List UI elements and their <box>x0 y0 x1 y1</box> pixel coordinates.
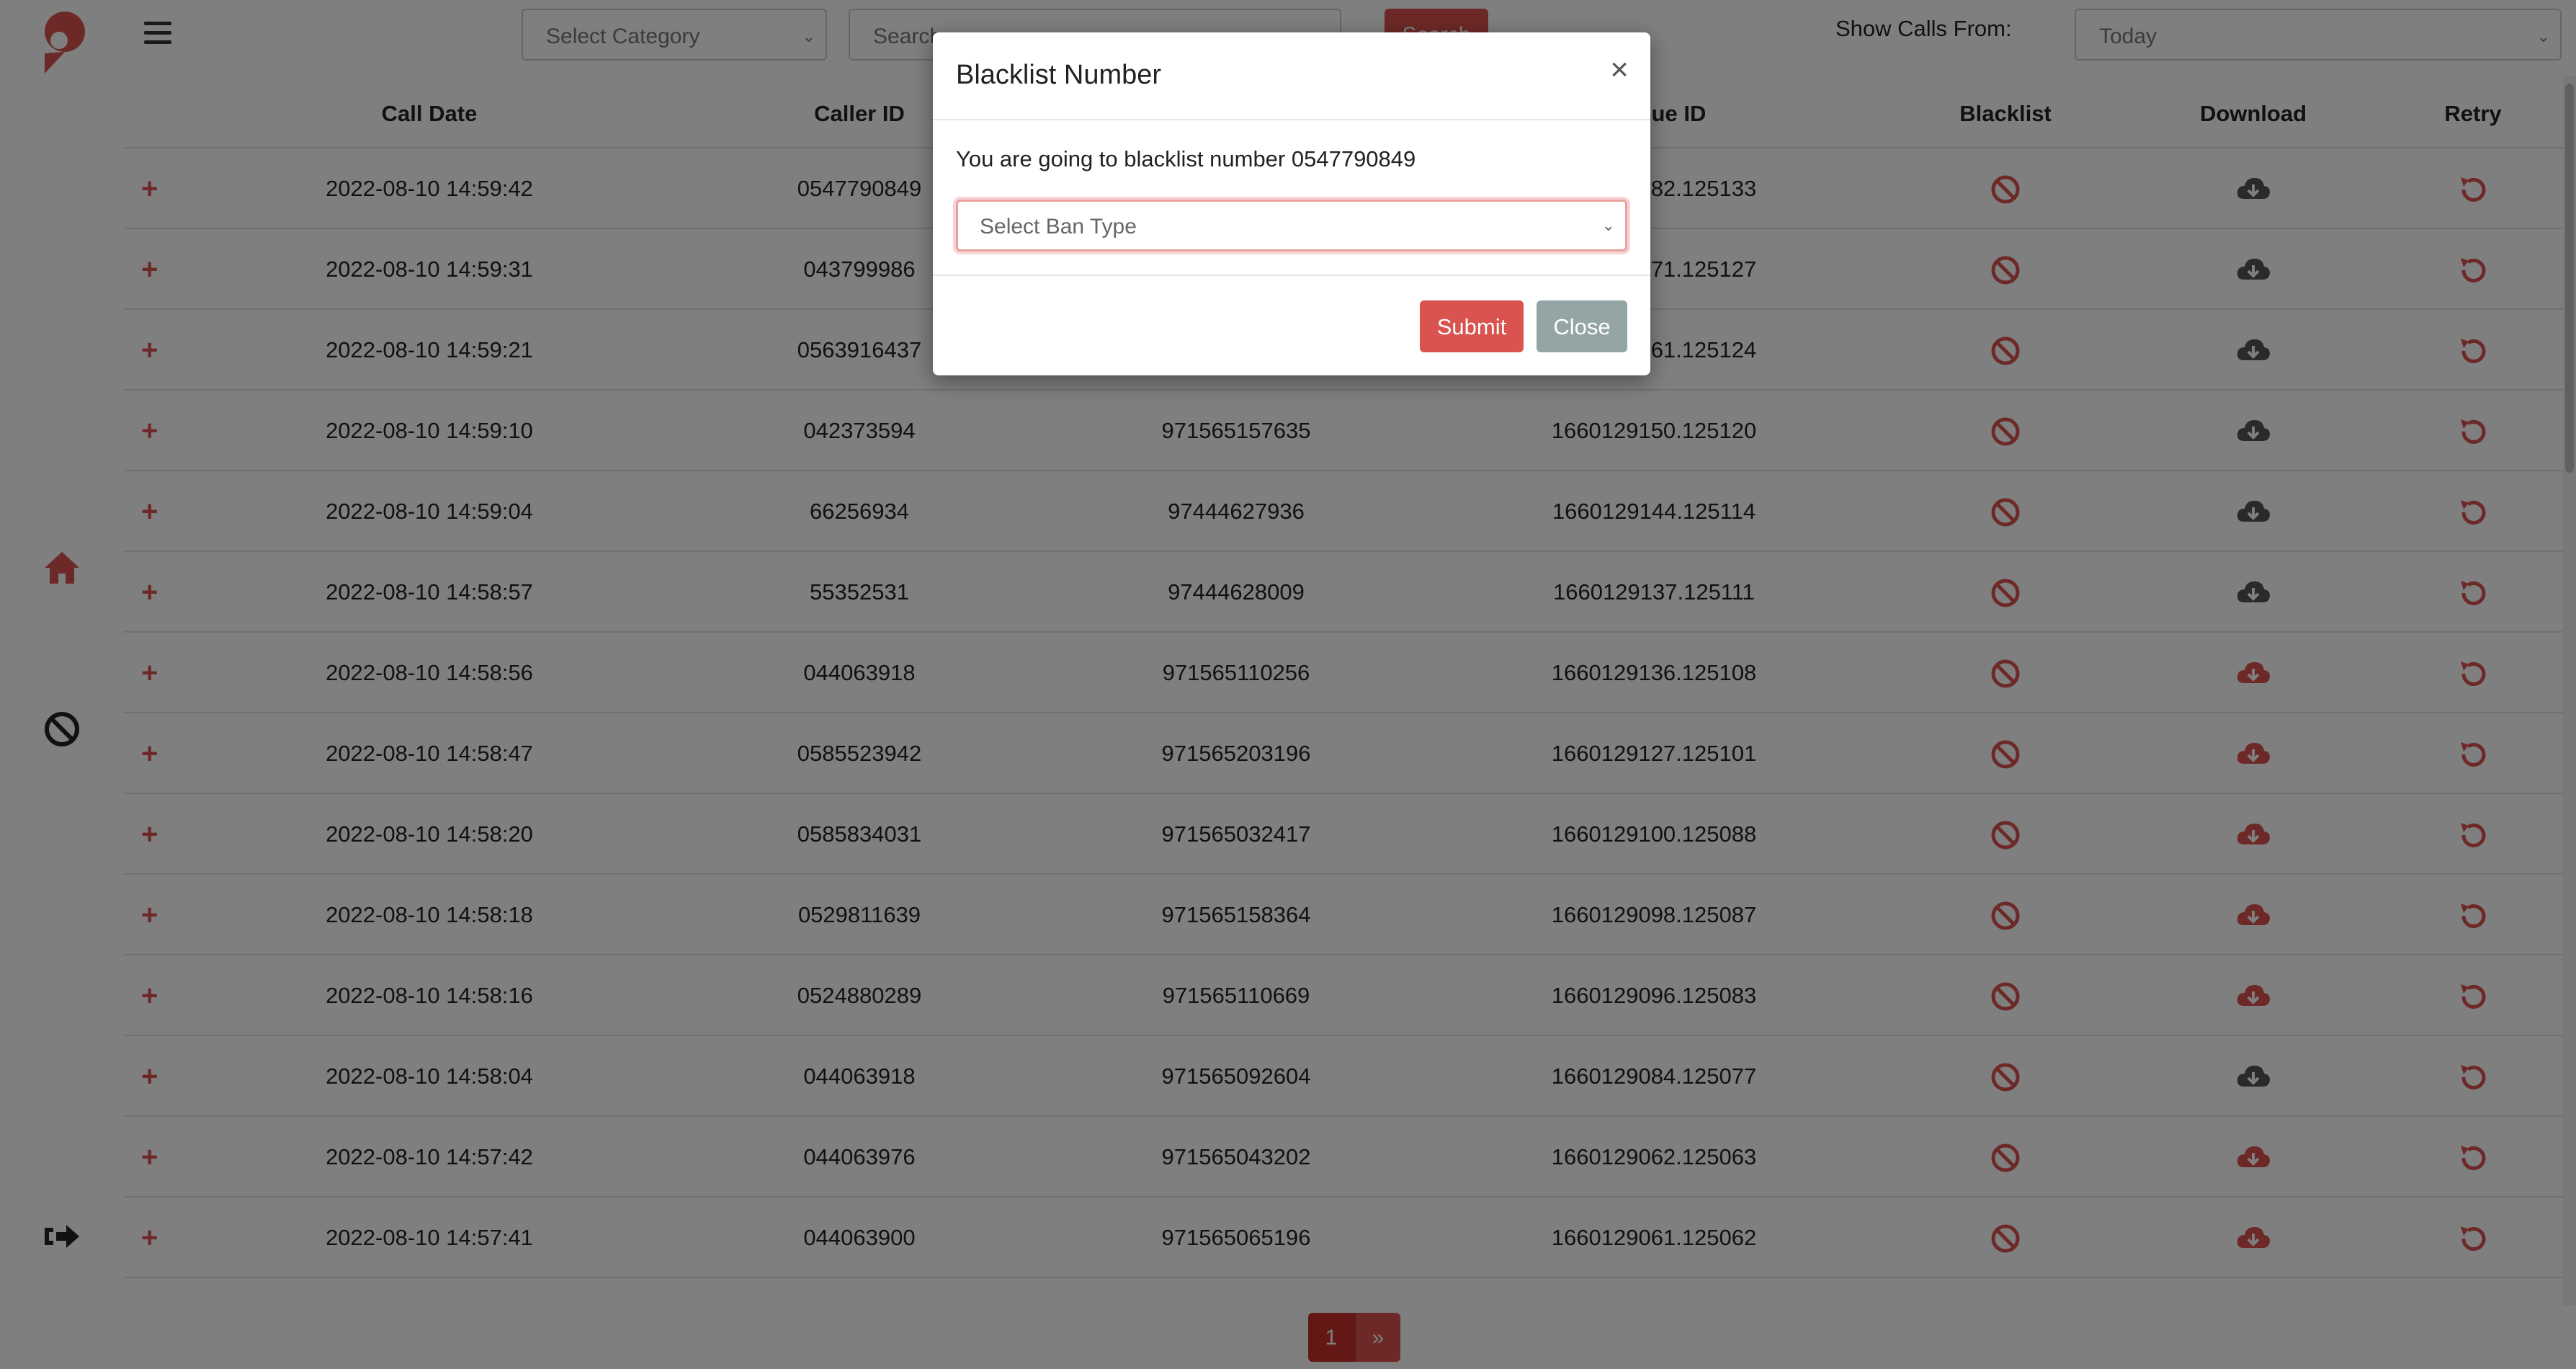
modal-body: You are going to blacklist number 054779… <box>933 120 1650 275</box>
ban-type-select[interactable]: Select Ban Type ⌄ <box>956 200 1627 251</box>
modal-footer: Submit Close <box>933 275 1650 375</box>
blacklist-modal: Blacklist Number × You are going to blac… <box>933 32 1650 375</box>
close-button[interactable]: Close <box>1537 300 1627 352</box>
modal-header: Blacklist Number × <box>933 32 1650 120</box>
ban-type-placeholder: Select Ban Type <box>980 215 1137 238</box>
chevron-down-icon: ⌄ <box>1601 216 1615 234</box>
modal-title: Blacklist Number <box>956 60 1162 90</box>
close-icon[interactable]: × <box>1610 54 1629 86</box>
modal-message: You are going to blacklist number 054779… <box>956 146 1416 171</box>
submit-button[interactable]: Submit <box>1420 300 1524 352</box>
